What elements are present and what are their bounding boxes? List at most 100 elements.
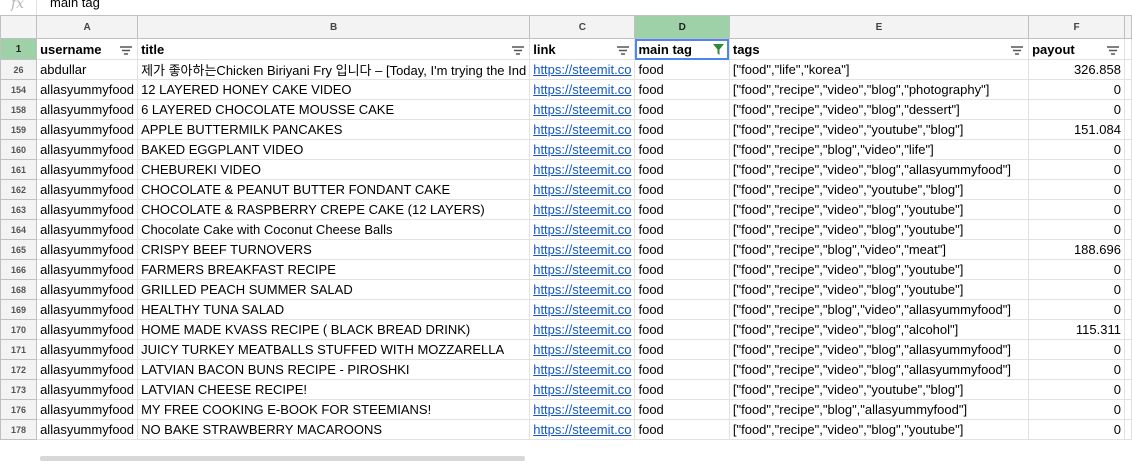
- cell-title[interactable]: 6 LAYERED CHOCOLATE MOUSSE CAKE: [137, 99, 531, 120]
- cell-username[interactable]: allasyummyfood: [36, 79, 139, 100]
- cell-link[interactable]: https://steemit.co: [529, 79, 636, 100]
- empty-cell[interactable]: [1123, 299, 1132, 320]
- cell-main-tag[interactable]: food: [634, 319, 730, 340]
- cell-link[interactable]: https://steemit.co: [529, 379, 636, 400]
- cell-payout[interactable]: 0: [1028, 359, 1125, 380]
- filter-icon[interactable]: [1011, 43, 1024, 58]
- cell-tags[interactable]: ["food","recipe","video","blog","youtube…: [728, 199, 1030, 220]
- empty-cell[interactable]: [1123, 219, 1132, 240]
- cell-title[interactable]: JUICY TURKEY MEATBALLS STUFFED WITH MOZZ…: [137, 339, 531, 360]
- select-all-corner[interactable]: [0, 15, 38, 39]
- cell-username[interactable]: allasyummyfood: [36, 119, 139, 140]
- header-cell-tags[interactable]: tags: [728, 38, 1030, 60]
- cell-username[interactable]: allasyummyfood: [36, 319, 139, 340]
- cell-username[interactable]: allasyummyfood: [36, 259, 139, 280]
- cell-title[interactable]: CHEBUREKI VIDEO: [137, 159, 531, 180]
- row-number[interactable]: 170: [0, 319, 38, 340]
- cell-main-tag[interactable]: food: [634, 399, 730, 420]
- cell-tags[interactable]: ["food","recipe","video","youtube","blog…: [728, 179, 1030, 200]
- cell-username[interactable]: allasyummyfood: [36, 379, 139, 400]
- row-number[interactable]: 162: [0, 179, 38, 200]
- cell-tags[interactable]: ["food","recipe","video","blog","photogr…: [728, 79, 1030, 100]
- horizontal-scrollbar[interactable]: [40, 456, 525, 461]
- cell-main-tag[interactable]: food: [634, 279, 730, 300]
- cell-tags[interactable]: ["food","recipe","video","blog","allasyu…: [728, 339, 1030, 360]
- cell-tags[interactable]: ["food","recipe","video","blog","youtube…: [728, 219, 1030, 240]
- cell-title[interactable]: NO BAKE STRAWBERRY MACAROONS: [137, 419, 531, 440]
- cell-link[interactable]: https://steemit.co: [529, 319, 636, 340]
- empty-cell[interactable]: [1123, 119, 1132, 140]
- empty-cell[interactable]: [1123, 239, 1132, 260]
- empty-cell[interactable]: [1123, 319, 1132, 340]
- cell-tags[interactable]: ["food","recipe","blog","allasyummyfood"…: [728, 399, 1030, 420]
- header-cell-payout[interactable]: payout: [1028, 38, 1125, 60]
- cell-main-tag[interactable]: food: [634, 339, 730, 360]
- row-number[interactable]: 172: [0, 359, 38, 380]
- cell-main-tag[interactable]: food: [634, 199, 730, 220]
- cell-username[interactable]: allasyummyfood: [36, 99, 139, 120]
- cell-payout[interactable]: 0: [1028, 419, 1125, 440]
- cell-username[interactable]: allasyummyfood: [36, 419, 139, 440]
- cell-tags[interactable]: ["food","recipe","video","blog","dessert…: [728, 99, 1030, 120]
- row-number[interactable]: 160: [0, 139, 38, 160]
- cell-title[interactable]: GRILLED PEACH SUMMER SALAD: [137, 279, 531, 300]
- cell-username[interactable]: allasyummyfood: [36, 299, 139, 320]
- empty-cell[interactable]: [1123, 259, 1132, 280]
- active-filter-icon[interactable]: [712, 43, 724, 58]
- cell-username[interactable]: allasyummyfood: [36, 399, 139, 420]
- cell-main-tag[interactable]: food: [634, 219, 730, 240]
- cell-username[interactable]: allasyummyfood: [36, 279, 139, 300]
- cell-main-tag[interactable]: food: [634, 419, 730, 440]
- header-cell-username[interactable]: username: [36, 38, 139, 60]
- empty-cell[interactable]: [1123, 159, 1132, 180]
- formula-bar[interactable]: fx main tag: [0, 0, 1132, 16]
- cell-tags[interactable]: ["food","recipe","blog","video","allasyu…: [728, 299, 1030, 320]
- cell-tags[interactable]: ["food","recipe","video","blog","youtube…: [728, 259, 1030, 280]
- cell-link[interactable]: https://steemit.co: [529, 179, 636, 200]
- cell-username[interactable]: allasyummyfood: [36, 139, 139, 160]
- cell-payout[interactable]: 0: [1028, 279, 1125, 300]
- cell-title[interactable]: FARMERS BREAKFAST RECIPE: [137, 259, 531, 280]
- empty-cell[interactable]: [1123, 99, 1132, 120]
- cell-tags[interactable]: ["food","recipe","video","youtube","blog…: [728, 379, 1030, 400]
- header-cell-link[interactable]: link: [529, 38, 636, 60]
- cell-payout[interactable]: 0: [1028, 219, 1125, 240]
- cell-tags[interactable]: ["food","recipe","video","blog","alcohol…: [728, 319, 1030, 340]
- row-number[interactable]: 168: [0, 279, 38, 300]
- cell-title[interactable]: HEALTHY TUNA SALAD: [137, 299, 531, 320]
- cell-link[interactable]: https://steemit.co: [529, 419, 636, 440]
- cell-payout[interactable]: 0: [1028, 79, 1125, 100]
- cell-link[interactable]: https://steemit.co: [529, 219, 636, 240]
- cell-title[interactable]: CHOCOLATE & RASPBERRY CREPE CAKE (12 LAY…: [137, 199, 531, 220]
- cell-main-tag[interactable]: food: [634, 299, 730, 320]
- cell-link[interactable]: https://steemit.co: [529, 399, 636, 420]
- row-number[interactable]: 164: [0, 219, 38, 240]
- cell-link[interactable]: https://steemit.co: [529, 339, 636, 360]
- cell-payout[interactable]: 326.858: [1028, 59, 1125, 80]
- cell-username[interactable]: allasyummyfood: [36, 179, 139, 200]
- row-number[interactable]: 176: [0, 399, 38, 420]
- cell-title[interactable]: 제가 좋아하는Chicken Biriyani Fry 입니다 – [Today…: [137, 59, 531, 80]
- cell-payout[interactable]: 0: [1028, 339, 1125, 360]
- cell-link[interactable]: https://steemit.co: [529, 239, 636, 260]
- cell-payout[interactable]: 0: [1028, 299, 1125, 320]
- cell-main-tag[interactable]: food: [634, 139, 730, 160]
- column-header-a[interactable]: A: [36, 15, 139, 39]
- cell-payout[interactable]: 0: [1028, 199, 1125, 220]
- cell-username[interactable]: allasyummyfood: [36, 159, 139, 180]
- cell-title[interactable]: LATVIAN BACON BUNS RECIPE - PIROSHKI: [137, 359, 531, 380]
- column-header-g[interactable]: [1123, 15, 1132, 39]
- row-number[interactable]: 171: [0, 339, 38, 360]
- cell-tags[interactable]: ["food","recipe","video","blog","allasyu…: [728, 159, 1030, 180]
- cell-tags[interactable]: ["food","recipe","video","blog","allasyu…: [728, 359, 1030, 380]
- empty-cell[interactable]: [1123, 179, 1132, 200]
- cell-link[interactable]: https://steemit.co: [529, 279, 636, 300]
- filter-icon[interactable]: [512, 43, 525, 58]
- cell-payout[interactable]: 0: [1028, 139, 1125, 160]
- cell-username[interactable]: allasyummyfood: [36, 199, 139, 220]
- cell-main-tag[interactable]: food: [634, 99, 730, 120]
- column-header-d[interactable]: D: [634, 15, 730, 39]
- cell-payout[interactable]: 115.311: [1028, 319, 1125, 340]
- cell-title[interactable]: LATVIAN CHEESE RECIPE!: [137, 379, 531, 400]
- cell-link[interactable]: https://steemit.co: [529, 99, 636, 120]
